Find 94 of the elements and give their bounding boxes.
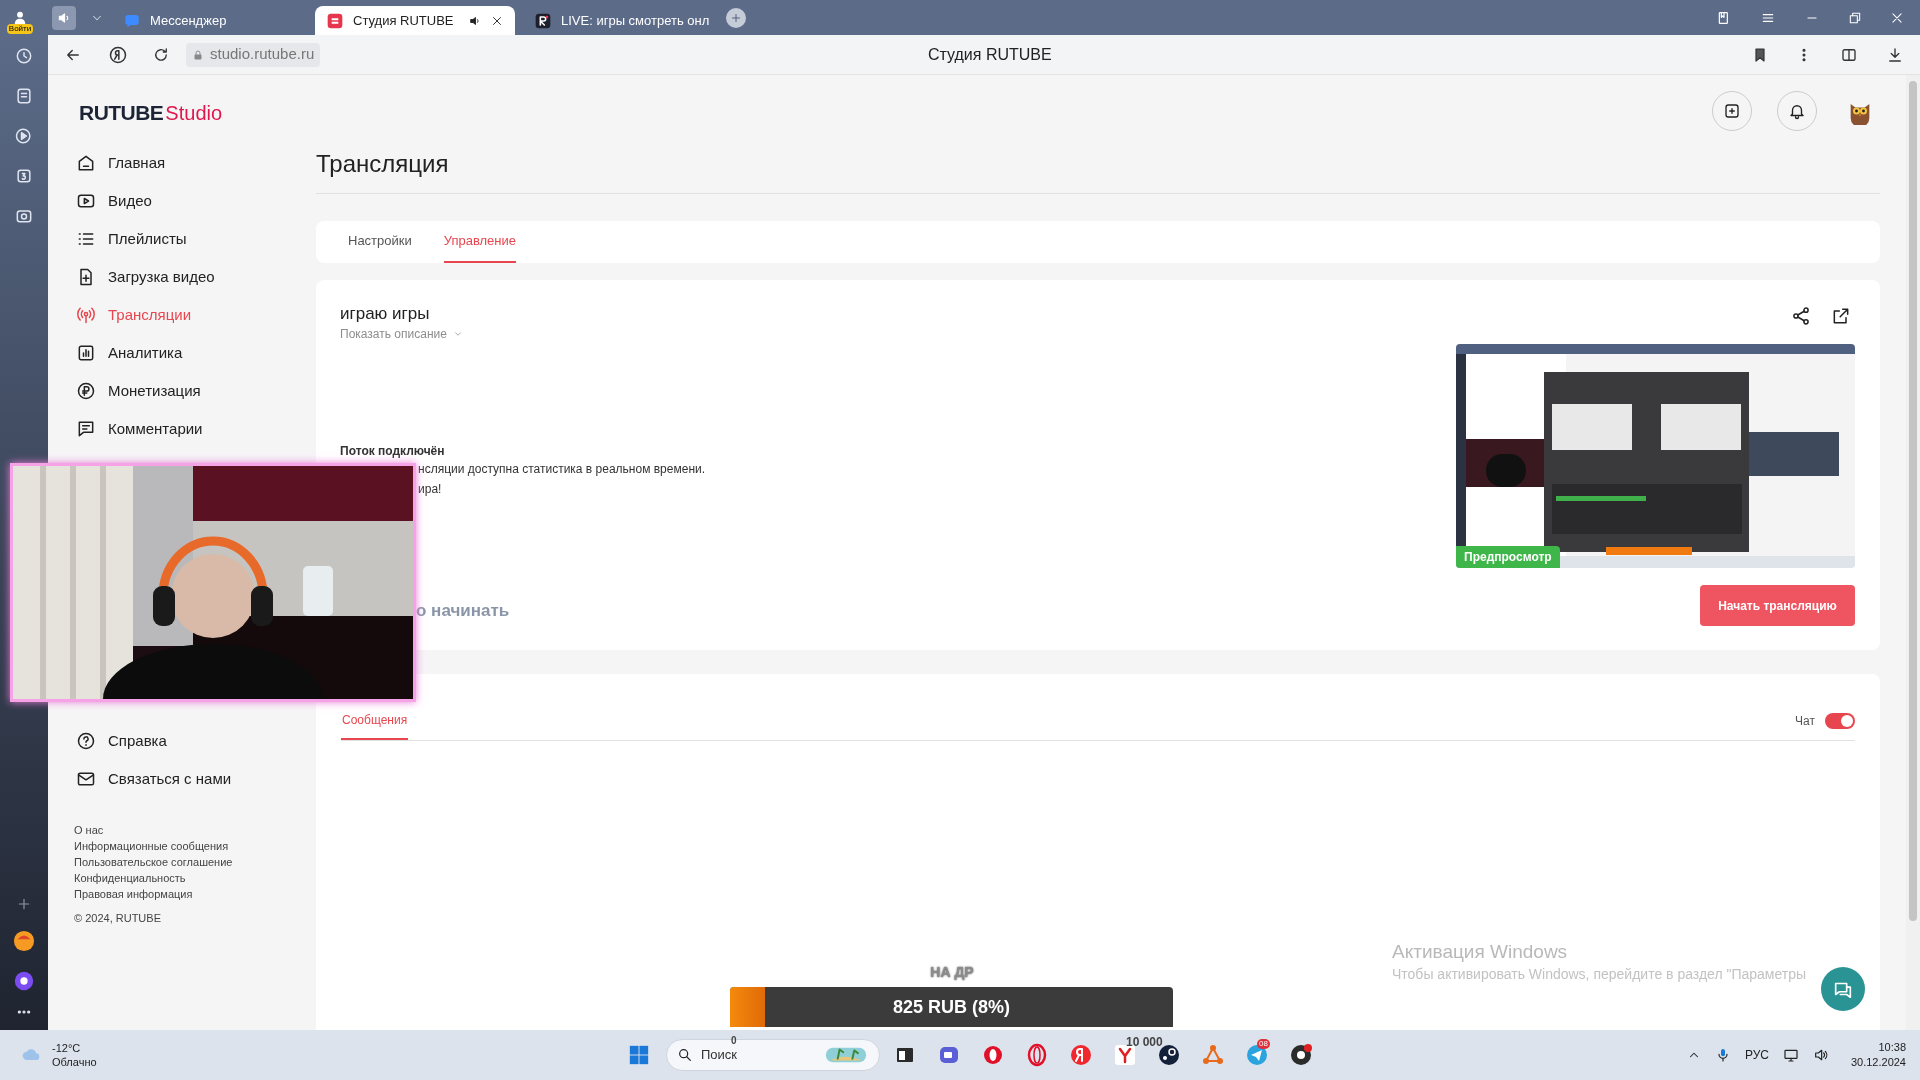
person-icon	[12, 10, 28, 24]
chevron-down-icon	[452, 329, 463, 339]
toggle-label: Чат	[1795, 713, 1815, 730]
nav-item[interactable]: Загрузка видео	[66, 258, 316, 296]
nav-item[interactable]: Видео	[66, 182, 316, 220]
goal-title: НА ДР	[930, 963, 974, 982]
activation-title: Активация Windows	[1392, 940, 1568, 964]
start-button[interactable]	[628, 1044, 650, 1066]
broadcast-icon	[76, 305, 96, 325]
share-icon[interactable]	[1791, 306, 1811, 326]
help-icon	[76, 731, 96, 751]
browser-logo-icon[interactable]	[108, 44, 128, 65]
bell-icon	[1788, 102, 1806, 120]
goal-max-label: 10 000	[1126, 1034, 1163, 1051]
goal-amount: 825 RUB (8%)	[892, 995, 1010, 1019]
activation-text: Чтобы активировать Windows, перейдите в раздел "Параметры	[1392, 965, 1807, 984]
video-icon	[76, 191, 96, 211]
app-logo-icon	[327, 12, 343, 29]
chat-bubble-icon	[124, 12, 140, 29]
history-icon[interactable]	[14, 46, 34, 66]
address-field[interactable]: studio.rutube.ru	[186, 42, 321, 67]
status-title: Поток подключён	[340, 443, 445, 459]
plus-square-icon	[1723, 102, 1741, 120]
paper-plane-icon[interactable]	[1245, 1043, 1269, 1067]
nav-item[interactable]: Монетизация	[66, 372, 316, 410]
plus-icon[interactable]	[16, 896, 32, 912]
tab[interactable]: Управление	[443, 221, 517, 263]
speaker-icon	[57, 10, 71, 25]
comment-icon	[76, 419, 96, 439]
assistant-orb-icon[interactable]	[13, 930, 35, 952]
app-logo-icon	[535, 12, 551, 29]
status-text: нсляции доступна статистика в реальном времени.	[418, 461, 706, 478]
weather-text: Облачно	[52, 1055, 97, 1069]
ring-dot-icon[interactable]	[13, 970, 35, 992]
footer-link[interactable]: Правовая информация	[74, 886, 193, 902]
ring-icon[interactable]	[981, 1043, 1005, 1067]
speaker-button[interactable]	[52, 5, 76, 30]
page-heading: Трансляция	[316, 149, 449, 179]
letter-circle-icon[interactable]	[1069, 1043, 1093, 1067]
nav-item[interactable]: Главная	[66, 144, 316, 182]
close-icon[interactable]	[491, 14, 503, 27]
footer-link[interactable]: Информационные сообщения	[74, 838, 229, 854]
page-title: Студия RUTUBE	[928, 44, 1052, 65]
numbered-square-icon[interactable]	[14, 166, 34, 186]
browser-tab[interactable]: Студия RUTUBE	[315, 6, 515, 35]
tab[interactable]: Настройки	[348, 221, 412, 263]
restore-icon[interactable]	[1848, 10, 1862, 25]
footer-link[interactable]: Пользовательское соглашение	[74, 854, 233, 870]
tab[interactable]: Сообщения	[341, 702, 409, 740]
network-icon[interactable]	[1201, 1043, 1225, 1067]
bar-chart-icon	[76, 343, 96, 363]
footer-link[interactable]: О нас	[74, 822, 104, 838]
status-text: ира!	[418, 481, 442, 498]
clock[interactable]: 10:38 30.12.2024	[1850, 1040, 1906, 1070]
document-icon[interactable]	[14, 86, 34, 106]
monitor-icon[interactable]	[1782, 1047, 1799, 1063]
speaker-icon[interactable]	[469, 14, 481, 27]
copyright-text: © 2024, RUTUBE	[74, 911, 161, 926]
nav-item[interactable]: Комментарии	[66, 410, 316, 448]
stream-title: играю игры	[340, 303, 430, 325]
download-icon[interactable]	[1886, 45, 1904, 64]
show-description-link[interactable]: Показать описание	[340, 326, 463, 342]
language-indicator[interactable]: РУС	[1744, 1046, 1769, 1064]
nav-item[interactable]: Аналитика	[66, 334, 316, 372]
ruble-icon	[76, 381, 96, 401]
logo-suffix: Studio	[165, 101, 223, 125]
volume-icon[interactable]	[1812, 1047, 1829, 1063]
record-icon[interactable]	[1289, 1043, 1313, 1067]
profile-button[interactable]: Войти	[0, 0, 40, 35]
browser-tab[interactable]: LIVE: игры смотреть онл	[523, 6, 718, 35]
mail-icon	[76, 769, 96, 789]
lock-icon	[192, 48, 204, 61]
logo-wordmark: RUTUBE	[79, 101, 164, 125]
nav-item[interactable]: Связаться с нами	[66, 760, 316, 798]
home-icon	[76, 153, 96, 173]
ring-icon[interactable]	[1025, 1043, 1049, 1067]
reload-icon[interactable]	[152, 45, 170, 64]
nav-item[interactable]: Трансляции	[66, 296, 316, 334]
notification-badge: 08	[1257, 1039, 1270, 1049]
temperature-text: -12°C	[52, 1041, 82, 1055]
bookmark-icon[interactable]	[1752, 46, 1768, 63]
nav-item[interactable]: Справка	[66, 722, 316, 760]
nav-item[interactable]: Плейлисты	[66, 220, 316, 258]
chat-toggle[interactable]	[1825, 713, 1855, 729]
search-icon	[677, 1047, 693, 1063]
hint-text: о начинать	[416, 600, 510, 622]
close-icon[interactable]	[1890, 10, 1904, 25]
external-link-icon[interactable]	[1831, 306, 1851, 326]
plus-icon	[730, 11, 742, 24]
browser-tab[interactable]: Мессенджер	[112, 6, 307, 35]
footer-link[interactable]: Конфиденциальность	[74, 870, 186, 886]
preview-badge: Предпросмотр	[1456, 546, 1560, 568]
scrollbar-thumb[interactable]	[1909, 81, 1917, 921]
new-tab-button[interactable]	[726, 7, 746, 28]
